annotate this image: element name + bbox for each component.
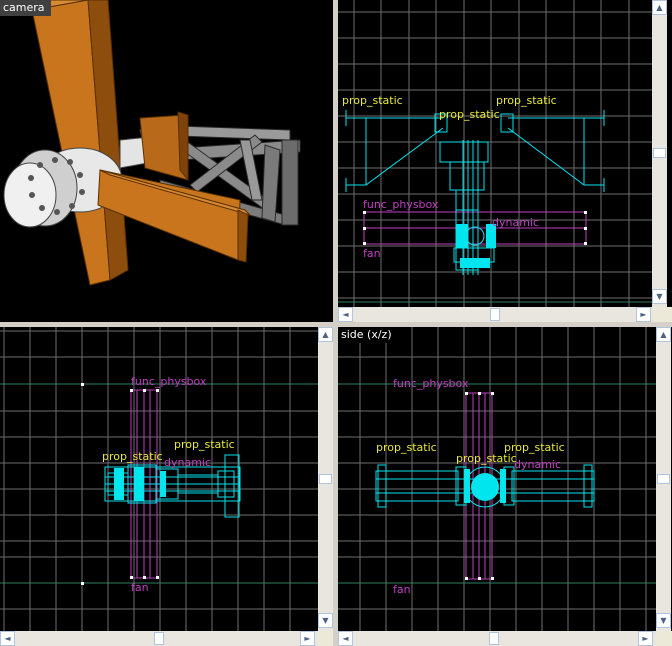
scroll-thumb[interactable] xyxy=(319,474,332,484)
entity-label-prop-static: prop_static xyxy=(439,108,500,121)
entity-label-prop-static: prop_static xyxy=(504,441,565,454)
entity-label-dynamic: dynamic xyxy=(514,458,561,471)
entity-label-fan: fan xyxy=(363,247,381,260)
entity-label-prop-static: prop_static xyxy=(496,94,557,107)
scrollbar-corner xyxy=(656,631,672,646)
entity-label-dynamic: dynamic xyxy=(492,216,539,229)
scrollbar-corner xyxy=(318,631,333,646)
scroll-left-button[interactable]: ◄ xyxy=(338,307,353,322)
camera-render xyxy=(3,0,301,286)
scroll-thumb[interactable] xyxy=(154,632,164,645)
entity-label-func-physbox: func_physbox xyxy=(363,198,439,211)
scroll-up-button[interactable]: ▲ xyxy=(652,0,667,15)
front-viewport[interactable]: func_physbox prop_static prop_static dyn… xyxy=(0,327,333,646)
selection-boxes xyxy=(363,211,587,245)
top-grid-canvas: prop_static prop_static prop_static func… xyxy=(338,0,658,307)
scroll-right-button[interactable]: ► xyxy=(636,307,651,322)
scroll-left-button[interactable]: ◄ xyxy=(0,631,15,646)
scroll-thumb[interactable] xyxy=(653,148,666,158)
scroll-up-button[interactable]: ▲ xyxy=(656,327,671,342)
scroll-thumb[interactable] xyxy=(490,308,500,321)
scroll-thumb[interactable] xyxy=(489,632,499,645)
camera-viewport[interactable]: camera xyxy=(0,0,333,322)
horizontal-scrollbar[interactable]: ◄ ► xyxy=(338,631,656,646)
scroll-thumb[interactable] xyxy=(657,474,670,484)
entity-label-func-physbox: func_physbox xyxy=(131,375,207,388)
side-viewport[interactable]: side (x/z) func_physbox prop_static prop… xyxy=(338,327,672,646)
wireframe-geometry xyxy=(345,110,605,275)
scroll-left-button[interactable]: ◄ xyxy=(338,631,353,646)
scroll-right-button[interactable]: ► xyxy=(300,631,315,646)
top-viewport[interactable]: prop_static prop_static prop_static func… xyxy=(338,0,672,322)
viewport-title[interactable]: camera xyxy=(0,0,51,16)
grid-lines xyxy=(0,327,318,631)
entity-label-fan: fan xyxy=(393,583,411,596)
scroll-up-button[interactable]: ▲ xyxy=(318,327,333,342)
scroll-down-button[interactable]: ▼ xyxy=(656,613,671,628)
entity-label-prop-static: prop_static xyxy=(102,450,163,463)
vertical-scrollbar[interactable]: ▲ ▼ xyxy=(652,0,667,307)
grid-lines xyxy=(338,0,658,307)
wooden-beam-vertical xyxy=(31,0,129,286)
side-grid-canvas: func_physbox prop_static prop_static pro… xyxy=(338,327,656,631)
entity-label-prop-static: prop_static xyxy=(342,94,403,107)
entity-label-prop-static: prop_static xyxy=(376,441,437,454)
scroll-down-button[interactable]: ▼ xyxy=(652,289,667,304)
horizontal-scrollbar[interactable]: ◄ ► xyxy=(0,631,318,646)
entity-label-fan: fan xyxy=(131,581,149,594)
vertical-scrollbar[interactable]: ▲ ▼ xyxy=(656,327,671,631)
scroll-down-button[interactable]: ▼ xyxy=(318,613,333,628)
horizontal-scrollbar[interactable]: ◄ ► xyxy=(338,307,652,322)
viewport-title[interactable]: side (x/z) xyxy=(338,327,398,343)
scroll-right-button[interactable]: ► xyxy=(638,631,653,646)
entity-label-dynamic: dynamic xyxy=(164,456,211,469)
orange-bracket xyxy=(139,111,189,182)
entity-label-prop-static: prop_static xyxy=(174,438,235,451)
entity-label-func-physbox: func_physbox xyxy=(393,377,469,390)
scrollbar-corner xyxy=(652,307,672,322)
front-grid-canvas: func_physbox prop_static prop_static dyn… xyxy=(0,327,318,631)
vertical-scrollbar[interactable]: ▲ ▼ xyxy=(318,327,333,631)
